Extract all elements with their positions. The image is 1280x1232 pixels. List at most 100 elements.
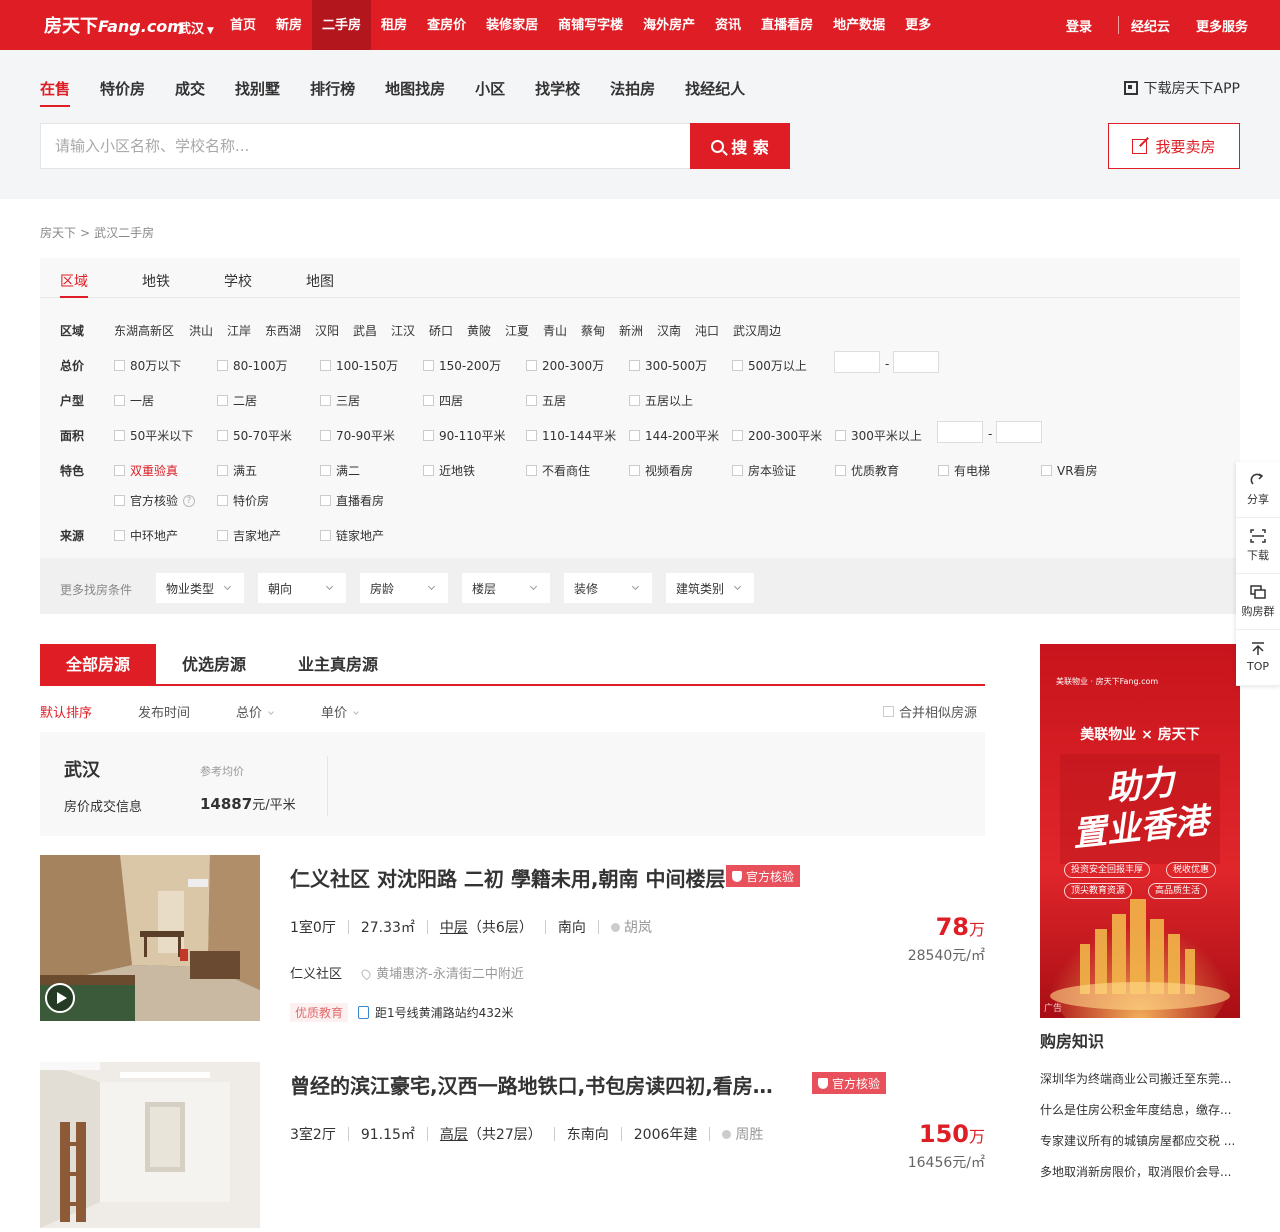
nav-rent[interactable]: 租房 (371, 0, 417, 50)
sort-publish-time[interactable]: 发布时间 (138, 702, 190, 721)
region-option[interactable]: 洪山 (189, 322, 213, 339)
breadcrumb-home[interactable]: 房天下 (40, 226, 76, 240)
tab-community[interactable]: 小区 (475, 78, 505, 107)
tab-owner-listings[interactable]: 业主真房源 (272, 644, 404, 684)
feature-checkbox[interactable]: 满五 (217, 462, 257, 479)
source-checkbox[interactable]: 吉家地产 (217, 527, 281, 544)
city-selector[interactable]: 武汉 ▼ (178, 18, 214, 37)
search-button[interactable]: 搜 索 (690, 123, 790, 169)
region-option[interactable]: 江岸 (227, 322, 251, 339)
nav-overseas[interactable]: 海外房产 (633, 0, 705, 50)
listing-agent[interactable]: 胡岚 (624, 917, 652, 937)
area-max-input[interactable] (996, 421, 1042, 443)
region-option[interactable]: 武昌 (353, 322, 377, 339)
sort-default[interactable]: 默认排序 (40, 702, 92, 721)
region-option[interactable]: 黄陂 (467, 322, 491, 339)
area-checkbox[interactable]: 90-110平米 (423, 427, 506, 444)
region-option[interactable]: 新洲 (619, 322, 643, 339)
listing-photo[interactable] (40, 855, 260, 1021)
price-checkbox[interactable]: 300-500万 (629, 357, 707, 374)
region-option[interactable]: 青山 (543, 322, 567, 339)
nav-home[interactable]: 首页 (220, 0, 266, 50)
tab-school[interactable]: 找学校 (535, 78, 580, 107)
tab-selected-listings[interactable]: 优选房源 (156, 644, 272, 684)
feature-checkbox[interactable]: 近地铁 (423, 462, 475, 479)
feature-checkbox[interactable]: 不看商住 (526, 462, 590, 479)
feature-checkbox[interactable]: 官方核验? (114, 492, 196, 509)
layout-checkbox[interactable]: 五居以上 (629, 392, 693, 409)
site-logo[interactable]: 房天下Fang.com (44, 12, 184, 38)
breadcrumb-current[interactable]: 武汉二手房 (94, 226, 154, 240)
dropdown-property-type[interactable]: 物业类型 (156, 573, 244, 603)
feature-checkbox[interactable]: 双重验真 (114, 462, 178, 479)
sell-house-button[interactable]: 我要卖房 (1108, 123, 1240, 169)
listing-title[interactable]: 仁义社区 对沈阳路 二初 學籍未用,朝南 中间楼层 (290, 863, 725, 892)
area-checkbox[interactable]: 110-144平米 (526, 427, 616, 444)
nav-price-check[interactable]: 查房价 (417, 0, 476, 50)
dropdown-age[interactable]: 房龄 (360, 573, 448, 603)
agent-cloud-link[interactable]: 经纪云 (1131, 16, 1170, 35)
region-option[interactable]: 江夏 (505, 322, 529, 339)
filter-tab-region[interactable]: 区域 (60, 258, 88, 298)
area-min-input[interactable] (937, 421, 983, 443)
nav-decoration[interactable]: 装修家居 (476, 0, 548, 50)
layout-checkbox[interactable]: 四居 (423, 392, 463, 409)
region-option[interactable]: 硚口 (429, 322, 453, 339)
login-link[interactable]: 登录 (1066, 16, 1092, 35)
tab-all-listings[interactable]: 全部房源 (40, 644, 157, 684)
region-option[interactable]: 东西湖 (265, 322, 301, 339)
nav-new-house[interactable]: 新房 (266, 0, 312, 50)
nav-more[interactable]: 更多 (895, 0, 941, 50)
area-checkbox[interactable]: 200-300平米 (732, 427, 822, 444)
nav-news[interactable]: 资讯 (705, 0, 751, 50)
region-option[interactable]: 东湖高新区 (114, 322, 174, 339)
area-checkbox[interactable]: 144-200平米 (629, 427, 719, 444)
region-option[interactable]: 沌口 (695, 322, 719, 339)
nav-commercial[interactable]: 商铺写字楼 (548, 0, 633, 50)
feature-checkbox[interactable]: 优质教育 (835, 462, 899, 479)
sort-total-price[interactable]: 总价 (236, 702, 274, 721)
feature-checkbox[interactable]: 特价房 (217, 492, 269, 509)
tab-special-price[interactable]: 特价房 (100, 78, 145, 107)
feature-checkbox[interactable]: 房本验证 (732, 462, 796, 479)
region-option[interactable]: 江汉 (391, 322, 415, 339)
knowledge-item[interactable]: 多地取消新房限价，取消限价会导... (1040, 1163, 1240, 1180)
listing-title[interactable]: 曾经的滨江豪宅,汉西一路地铁口,书包房读四初,看房方... (290, 1070, 790, 1099)
area-checkbox[interactable]: 50平米以下 (114, 427, 193, 444)
price-checkbox[interactable]: 150-200万 (423, 357, 501, 374)
dropdown-orientation[interactable]: 朝向 (258, 573, 346, 603)
buyer-group-button[interactable]: 购房群 (1236, 574, 1280, 630)
tab-on-sale[interactable]: 在售 (40, 78, 71, 107)
feature-checkbox[interactable]: 视频看房 (629, 462, 693, 479)
area-checkbox[interactable]: 50-70平米 (217, 427, 292, 444)
share-button[interactable]: 分享 (1236, 462, 1280, 518)
price-checkbox[interactable]: 80-100万 (217, 357, 288, 374)
tab-deals[interactable]: 成交 (175, 78, 205, 107)
download-app-link[interactable]: 下载房天下APP (1123, 78, 1240, 98)
listing-floor[interactable]: 高层 (440, 1124, 468, 1144)
nav-live[interactable]: 直播看房 (751, 0, 823, 50)
layout-checkbox[interactable]: 三居 (320, 392, 360, 409)
ad-banner[interactable]: 美联物业 · 房天下Fang.com 美联物业 × 房天下 助力 置业香港 投资… (1040, 644, 1240, 1018)
video-play-icon[interactable] (45, 983, 75, 1013)
area-checkbox[interactable]: 70-90平米 (320, 427, 395, 444)
tab-auction[interactable]: 法拍房 (610, 78, 655, 107)
price-min-input[interactable] (834, 351, 880, 373)
filter-tab-subway[interactable]: 地铁 (142, 258, 170, 298)
nav-second-hand[interactable]: 二手房 (312, 0, 372, 50)
source-checkbox[interactable]: 中环地产 (114, 527, 178, 544)
feature-checkbox[interactable]: VR看房 (1041, 462, 1098, 479)
layout-checkbox[interactable]: 一居 (114, 392, 154, 409)
tab-villa[interactable]: 找别墅 (235, 78, 280, 107)
dropdown-floor[interactable]: 楼层 (462, 573, 550, 603)
download-button[interactable]: 下载 (1236, 518, 1280, 574)
listing-item[interactable]: 曾经的滨江豪宅,汉西一路地铁口,书包房读四初,看房方... 官方核验 3室2厅 … (40, 1062, 985, 1232)
layout-checkbox[interactable]: 五居 (526, 392, 566, 409)
search-input[interactable] (41, 124, 690, 168)
area-checkbox[interactable]: 300平米以上 (835, 427, 922, 444)
nav-data[interactable]: 地产数据 (823, 0, 895, 50)
listing-item[interactable]: 仁义社区 对沈阳路 二初 學籍未用,朝南 中间楼层 官方核验 1室0厅 27.3… (40, 855, 985, 1025)
region-option[interactable]: 蔡甸 (581, 322, 605, 339)
listing-floor[interactable]: 中层 (440, 917, 468, 937)
dropdown-building-type[interactable]: 建筑类别 (666, 573, 754, 603)
